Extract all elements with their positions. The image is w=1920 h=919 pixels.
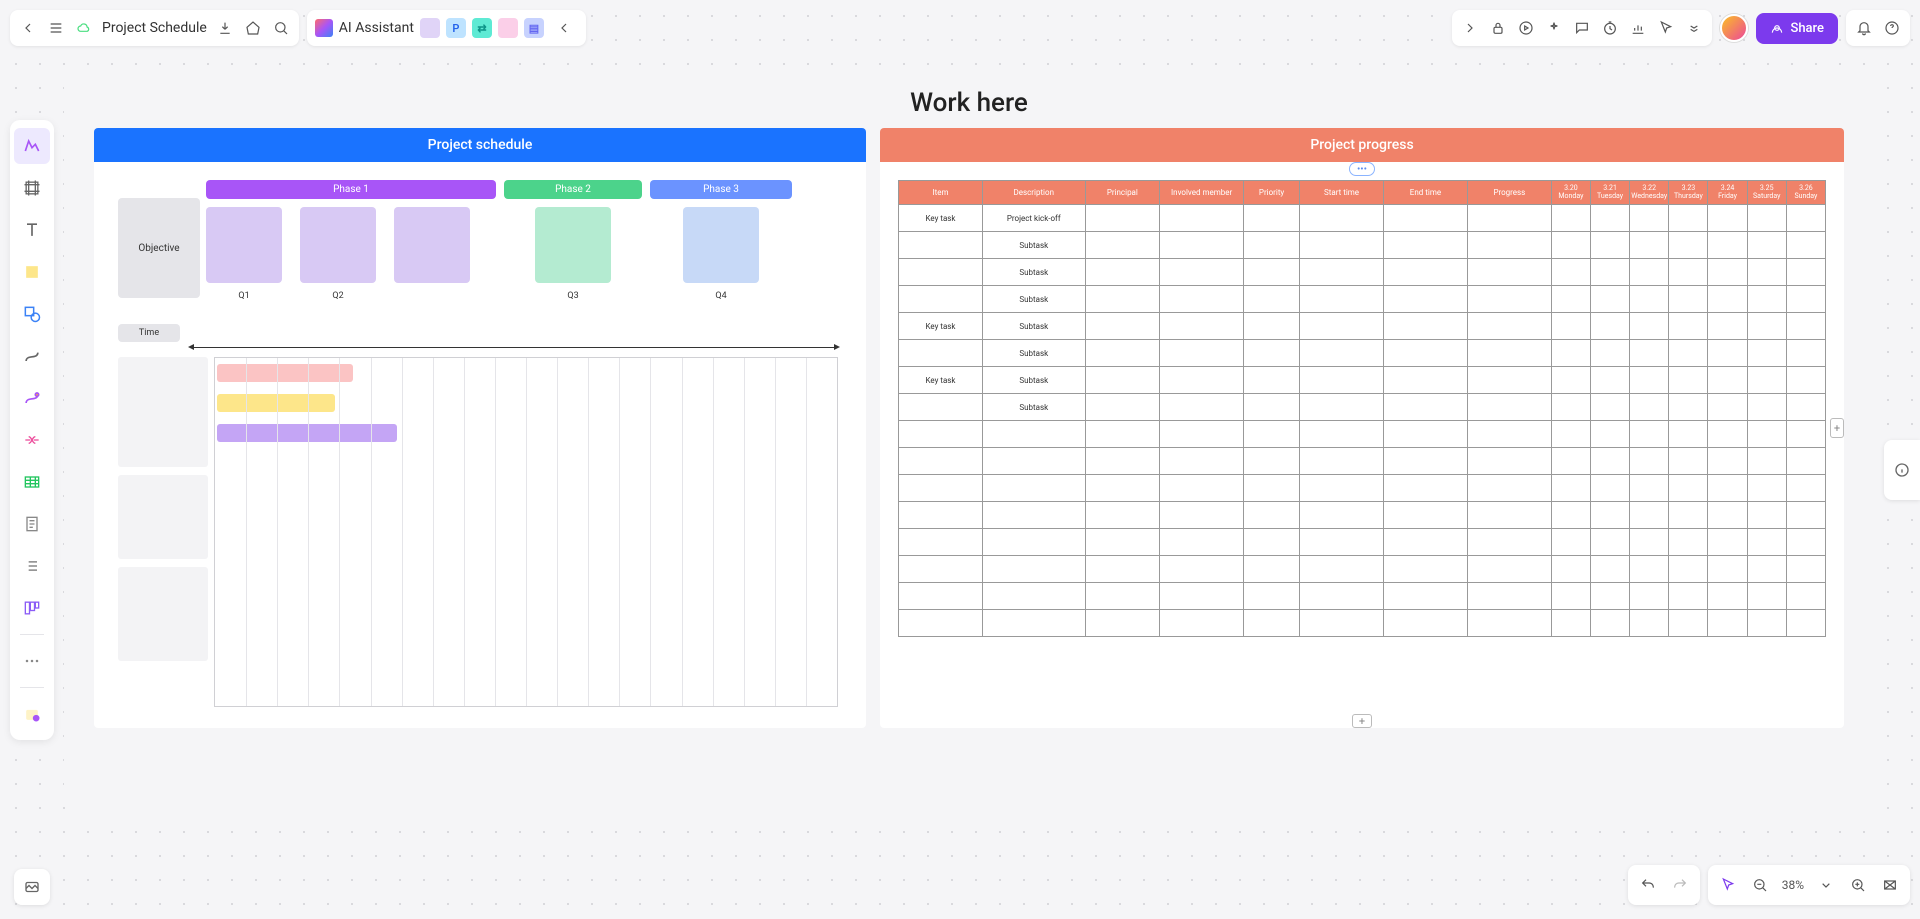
gantt-group-3[interactable] [118, 567, 208, 661]
timer-button[interactable] [1596, 14, 1624, 42]
nav-group: Project Schedule [10, 10, 299, 46]
phase3-box[interactable] [683, 207, 759, 283]
gantt-grid[interactable] [214, 357, 838, 707]
lock-button[interactable] [1484, 14, 1512, 42]
top-right-group: Share [1452, 10, 1910, 46]
ai-logo-icon [315, 19, 333, 37]
tool-more[interactable] [14, 643, 50, 679]
objective-box[interactable]: Objective [118, 198, 200, 298]
bottom-right-controls: 38% [1628, 865, 1910, 905]
phase1-box-q2[interactable] [300, 207, 376, 283]
gantt-group-2[interactable] [118, 475, 208, 559]
more-chevrons-button[interactable] [1680, 14, 1708, 42]
add-column-button[interactable]: + [1830, 418, 1844, 438]
left-toolbar [10, 120, 54, 740]
phase-1-header[interactable]: Phase 1 [206, 180, 496, 199]
progress-panel[interactable]: Project progress ••• ItemDescriptionPrin… [880, 128, 1844, 728]
cloud-icon[interactable] [70, 14, 98, 42]
phase1-box-q1[interactable] [206, 207, 282, 283]
tool-templates[interactable] [14, 696, 50, 732]
search-button[interactable] [267, 14, 295, 42]
download-button[interactable] [211, 14, 239, 42]
progress-ellipsis-button[interactable]: ••• [1349, 162, 1375, 176]
zoom-out-button[interactable] [1744, 869, 1776, 901]
back-button[interactable] [14, 14, 42, 42]
tool-connector[interactable] [14, 338, 50, 374]
bell-button[interactable] [1850, 14, 1878, 42]
tool-frame[interactable] [14, 170, 50, 206]
tool-kanban[interactable] [14, 590, 50, 626]
ai-chip-flow[interactable]: ⇄ [472, 18, 492, 38]
notif-group [1846, 10, 1910, 46]
share-button[interactable]: Share [1756, 13, 1838, 44]
share-label: Share [1790, 21, 1824, 36]
expand-right-button[interactable] [1456, 14, 1484, 42]
ai-chip-p[interactable]: P [446, 18, 466, 38]
tag-button[interactable] [239, 14, 267, 42]
zoom-level[interactable]: 38% [1776, 878, 1810, 892]
tool-select[interactable] [14, 128, 50, 164]
play-button[interactable] [1512, 14, 1540, 42]
tool-pen[interactable] [14, 380, 50, 416]
user-avatar[interactable] [1720, 14, 1748, 42]
comment-button[interactable] [1568, 14, 1596, 42]
timeline-axis [194, 347, 834, 348]
gantt-area [118, 357, 838, 707]
layers-button[interactable] [14, 869, 50, 905]
sparkle-button[interactable] [1540, 14, 1568, 42]
phase2-box[interactable] [535, 207, 611, 283]
schedule-header: Project schedule [94, 128, 866, 162]
time-label[interactable]: Time [118, 324, 180, 342]
ai-chip-4[interactable] [498, 18, 518, 38]
help-button[interactable] [1878, 14, 1906, 42]
ai-collapse-button[interactable] [550, 14, 578, 42]
cursor-button[interactable] [1652, 14, 1680, 42]
view-group: 38% [1708, 865, 1910, 905]
top-toolbar: Project Schedule AI Assistant P ⇄ ▤ [10, 10, 1910, 46]
phase1-box-q3a[interactable] [394, 207, 470, 283]
gantt-bar-1[interactable] [217, 364, 353, 382]
phase-2-header[interactable]: Phase 2 [504, 180, 642, 199]
document-title[interactable]: Project Schedule [98, 20, 211, 36]
right-tools-group [1452, 10, 1712, 46]
fit-view-button[interactable] [1874, 869, 1906, 901]
gantt-group-1[interactable] [118, 357, 208, 467]
tool-table[interactable] [14, 464, 50, 500]
progress-table[interactable]: ItemDescriptionPrincipalInvolved memberP… [898, 180, 1826, 637]
work-title: Work here [64, 70, 1874, 128]
gantt-bar-2[interactable] [217, 394, 335, 412]
ai-chip-chat[interactable]: ▤ [524, 18, 544, 38]
ai-label: AI Assistant [339, 20, 414, 36]
tool-mindmap[interactable] [14, 422, 50, 458]
zoom-in-button[interactable] [1842, 869, 1874, 901]
tool-sticky[interactable] [14, 254, 50, 290]
history-group [1628, 865, 1700, 905]
q3-label: Q3 [535, 291, 611, 301]
tool-list[interactable] [14, 548, 50, 584]
redo-button[interactable] [1664, 869, 1696, 901]
info-panel-toggle[interactable] [1884, 440, 1920, 500]
phase-3-header[interactable]: Phase 3 [650, 180, 792, 199]
schedule-panel[interactable]: Project schedule Objective Phase 1 Q1 Q2 [94, 128, 866, 728]
q4-label: Q4 [683, 291, 759, 301]
progress-header: Project progress [880, 128, 1844, 162]
chart-button[interactable] [1624, 14, 1652, 42]
tool-text[interactable] [14, 212, 50, 248]
ai-chip-1[interactable] [420, 18, 440, 38]
work-area: Work here Project schedule Objective Pha… [64, 70, 1874, 810]
tool-shape[interactable] [14, 296, 50, 332]
pointer-mode-button[interactable] [1712, 869, 1744, 901]
menu-button[interactable] [42, 14, 70, 42]
q2-label: Q2 [300, 291, 376, 301]
zoom-dropdown[interactable] [1810, 869, 1842, 901]
q1-label: Q1 [206, 291, 282, 301]
add-row-button[interactable]: + [1352, 714, 1372, 728]
undo-button[interactable] [1632, 869, 1664, 901]
ai-assistant-group[interactable]: AI Assistant P ⇄ ▤ [307, 10, 586, 46]
tool-doc[interactable] [14, 506, 50, 542]
